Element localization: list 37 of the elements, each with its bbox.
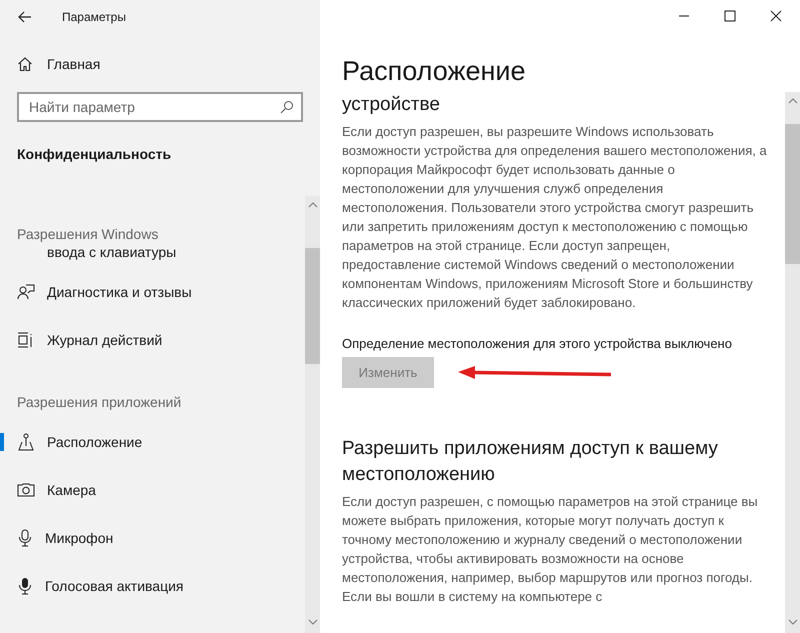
group-heading: Разрешения Windows xyxy=(16,226,160,244)
scrollbar-thumb[interactable] xyxy=(305,248,320,364)
sidebar-item[interactable]: Расположение xyxy=(0,418,305,466)
description-text: Если доступ разрешен, с помощью параметров на этой странице вы можете выбрать приложения, которые могут получать доступ к точному местоположению и журналу сведений о местоположении устройства, чтобы активировать возможности на основе местоположения, например, выбор маршрутов или прогноз погоды. Если вы вошли в систему на компьютере с xyxy=(342,493,759,606)
scrollbar[interactable] xyxy=(305,196,320,633)
sidebar-item[interactable]: Микрофон xyxy=(0,514,305,562)
window-title: Параметры xyxy=(62,10,126,24)
group-heading: Разрешения приложений xyxy=(16,394,182,412)
scroll-down-icon[interactable] xyxy=(788,619,798,625)
sidebar-item[interactable]: Диагностика и отзывы xyxy=(0,268,305,316)
home-link[interactable]: Главная xyxy=(47,56,100,72)
search-field[interactable]: Найти параметр xyxy=(17,92,303,122)
page-title: Расположение xyxy=(342,56,527,88)
sidebar-item[interactable]: ввода с клавиатуры xyxy=(0,244,305,258)
microphone-icon xyxy=(17,529,33,547)
scroll-up-icon[interactable] xyxy=(788,98,798,104)
section-heading: устройстве xyxy=(342,93,441,117)
home-icon xyxy=(17,56,33,72)
microphone-icon xyxy=(17,577,33,595)
section-title: Конфиденциальность xyxy=(16,145,172,162)
person-feedback-icon xyxy=(17,284,35,300)
scroll-up-icon[interactable] xyxy=(308,202,318,208)
maximize-icon[interactable] xyxy=(724,10,736,22)
location-pin-icon xyxy=(17,433,35,451)
sidebar-item[interactable]: Голосовая активация xyxy=(0,562,305,610)
scroll-down-icon[interactable] xyxy=(308,619,318,625)
description-text: Если доступ разрешен, вы разрешите Windows использовать возможности устройства для определения вашего местоположения, а корпорация Майкрософт будет использовать данные о местоположении для улучшения служб определения местоположения. Пользователи этого устройства смогут разрешить или запретить приложениям доступ к местоположению с помощью параметров на этой странице. Если доступ запрещен, предоставление системой Windows сведений о местоположении компонентам Windows, приложениям Microsoft Store и большинству классических приложений будет заблокировано. xyxy=(342,123,768,312)
close-icon[interactable] xyxy=(770,10,782,22)
back-arrow-icon[interactable] xyxy=(18,11,32,23)
sidebar-item[interactable]: Журнал действий xyxy=(0,316,305,364)
status-text: Определение местоположения для этого устройства выключено xyxy=(342,336,733,351)
sidebar-item[interactable]: Камера xyxy=(0,466,305,514)
scrollbar[interactable] xyxy=(785,92,800,633)
search-icon xyxy=(280,100,294,114)
scrollbar-thumb[interactable] xyxy=(785,124,800,264)
section-heading: Разрешить приложениям доступ к вашему местоположению xyxy=(342,437,719,487)
camera-icon xyxy=(17,482,35,498)
